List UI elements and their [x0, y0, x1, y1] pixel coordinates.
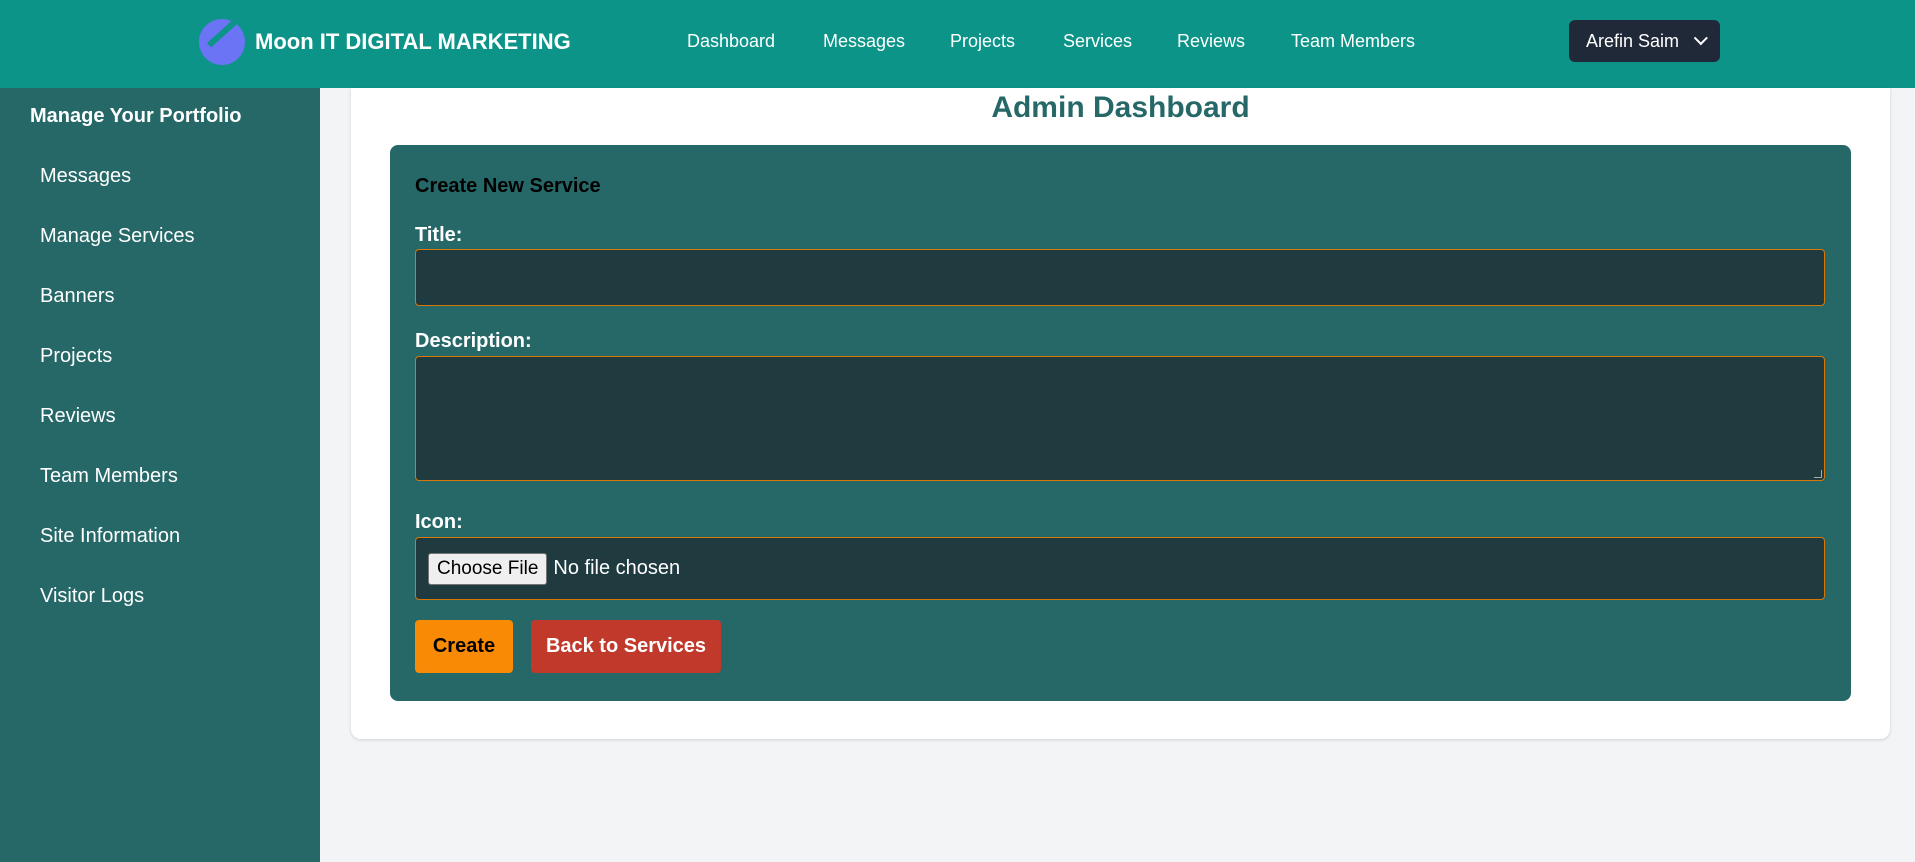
brand[interactable]: Moon IT DIGITAL MARKETING: [199, 19, 571, 65]
sidebar: Manage Your Portfolio Messages Manage Se…: [0, 88, 320, 862]
file-status: No file chosen: [553, 557, 681, 579]
nav-team-members[interactable]: Team Members: [1291, 31, 1415, 52]
sidebar-item-visitor-logs[interactable]: Visitor Logs: [40, 585, 144, 608]
sidebar-item-messages[interactable]: Messages: [40, 165, 131, 188]
nav-services[interactable]: Services: [1063, 31, 1132, 52]
sidebar-item-manage-services[interactable]: Manage Services: [40, 225, 195, 248]
resize-grip-icon[interactable]: [1814, 470, 1822, 478]
chevron-down-icon: [1693, 31, 1708, 46]
title-label: Title:: [415, 224, 463, 246]
sidebar-item-reviews[interactable]: Reviews: [40, 405, 116, 428]
back-to-services-button[interactable]: Back to Services: [531, 620, 721, 673]
sidebar-item-site-information[interactable]: Site Information: [40, 525, 180, 548]
brand-name: Moon IT DIGITAL MARKETING: [255, 29, 571, 54]
choose-file-button[interactable]: Choose File: [428, 552, 548, 585]
description-textarea[interactable]: [415, 356, 1825, 481]
page-title: Admin Dashboard: [991, 91, 1250, 124]
sidebar-item-banners[interactable]: Banners: [40, 285, 115, 308]
nav-messages[interactable]: Messages: [823, 31, 905, 52]
user-name: Arefin Saim: [1585, 30, 1680, 51]
title-input[interactable]: [415, 249, 1825, 306]
icon-label: Icon:: [415, 511, 463, 533]
nav-dashboard[interactable]: Dashboard: [687, 31, 775, 52]
create-service-form: Create New Service Title: Description: I…: [390, 145, 1851, 701]
sidebar-item-team-members[interactable]: Team Members: [40, 465, 178, 488]
nav-projects[interactable]: Projects: [950, 31, 1015, 52]
nav-reviews[interactable]: Reviews: [1177, 31, 1245, 52]
top-navbar: Moon IT DIGITAL MARKETING Dashboard Mess…: [0, 0, 1915, 88]
description-label: Description:: [415, 330, 532, 352]
user-menu-button[interactable]: Arefin Saim: [1569, 20, 1720, 62]
icon-file-input: Choose File No file chosen: [415, 537, 1825, 600]
sidebar-item-projects[interactable]: Projects: [40, 345, 112, 368]
create-button[interactable]: Create: [415, 620, 513, 673]
sidebar-title: Manage Your Portfolio: [30, 105, 242, 127]
main-card: Admin Dashboard Create New Service Title…: [351, 88, 1890, 739]
form-heading: Create New Service: [415, 175, 601, 197]
moon-logo-icon: [199, 19, 245, 65]
